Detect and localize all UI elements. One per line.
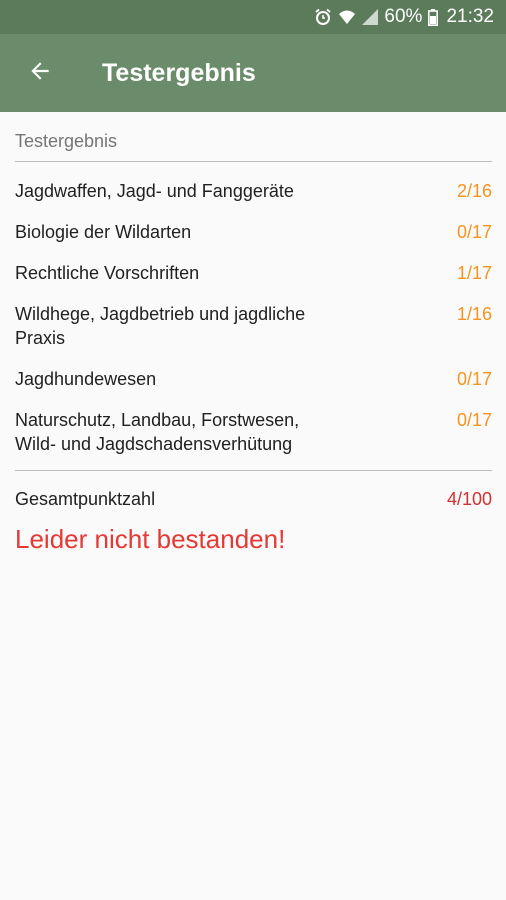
category-score: 1/17: [456, 263, 492, 283]
result-row: Jagdwaffen, Jagd- und Fanggeräte 2/16: [15, 172, 492, 213]
category-score: 0/17: [456, 369, 492, 389]
signal-icon: [362, 9, 379, 25]
category-label: Wildhege, Jagdbetrieb und jagdliche Prax…: [15, 304, 306, 348]
divider: [15, 470, 492, 471]
category-label: Biologie der Wildarten: [15, 222, 192, 242]
total-row: Gesamtpunktzahl 4/100: [15, 489, 492, 510]
battery-icon: [428, 8, 439, 26]
result-row: Wildhege, Jagdbetrieb und jagdliche Prax…: [15, 295, 492, 360]
results-content: Testergebnis Jagdwaffen, Jagd- und Fangg…: [0, 112, 506, 555]
battery-percentage: 60%: [384, 6, 423, 27]
alarm-icon: [314, 8, 332, 26]
page-title: Testergebnis: [102, 58, 256, 87]
category-label: Jagdhundewesen: [15, 369, 157, 389]
wifi-icon: [338, 9, 356, 25]
back-button[interactable]: [0, 34, 80, 112]
total-score: 4/100: [446, 489, 492, 509]
category-label: Rechtliche Vorschriften: [15, 263, 200, 283]
category-score: 1/16: [456, 304, 492, 324]
category-score: 2/16: [456, 181, 492, 201]
category-score: 0/17: [456, 410, 492, 430]
result-message: Leider nicht bestanden!: [15, 524, 286, 554]
category-score: 0/17: [456, 222, 492, 242]
result-row: Jagdhundewesen 0/17: [15, 360, 492, 401]
result-row: Biologie der Wildarten 0/17: [15, 213, 492, 254]
clock: 21:32: [446, 6, 494, 27]
category-label: Jagdwaffen, Jagd- und Fanggeräte: [15, 181, 294, 201]
result-row: Rechtliche Vorschriften 1/17: [15, 254, 492, 295]
app-bar: Testergebnis: [0, 34, 506, 112]
section-header: Testergebnis: [15, 112, 492, 162]
result-row: Naturschutz, Landbau, Forstwesen, Wild- …: [15, 401, 492, 466]
arrow-left-icon: [27, 58, 53, 89]
category-label: Naturschutz, Landbau, Forstwesen, Wild- …: [15, 410, 300, 454]
results-list: Jagdwaffen, Jagd- und Fanggeräte 2/16 Bi…: [15, 162, 492, 466]
total-label: Gesamtpunktzahl: [15, 489, 156, 509]
status-bar: 60% 21:32: [0, 0, 506, 34]
